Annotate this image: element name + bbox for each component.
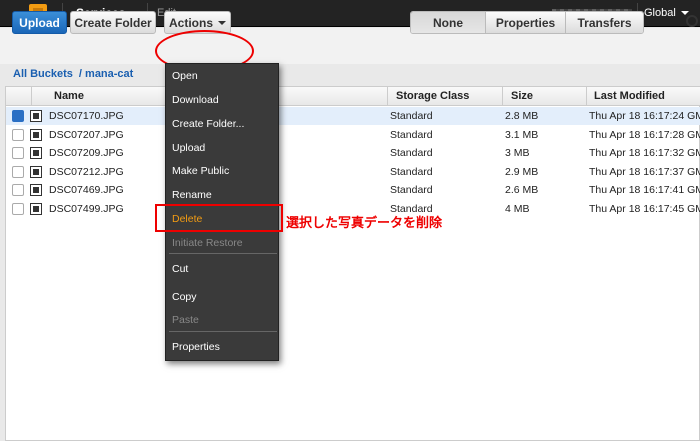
- menu-item-download[interactable]: Download: [172, 94, 219, 106]
- menu-item-copy[interactable]: Copy: [172, 291, 197, 303]
- table-row[interactable]: DSC07170.JPG Standard 2.8 MB Thu Apr 18 16:…: [6, 107, 700, 125]
- menu-item-rename[interactable]: Rename: [172, 189, 212, 201]
- header-name[interactable]: Name: [54, 90, 84, 102]
- row-checkbox[interactable]: [12, 147, 24, 159]
- menu-item-create-folder[interactable]: Create Folder...: [172, 118, 244, 130]
- menu-item-cut[interactable]: Cut: [172, 263, 188, 275]
- last-modified: Thu Apr 18 16:17:37 GMT: [589, 165, 700, 178]
- tab-none[interactable]: None: [411, 12, 485, 33]
- table-row[interactable]: DSC07207.JPG Standard 3.1 MB Thu Apr 18 16:…: [6, 126, 700, 144]
- file-icon: [30, 202, 42, 215]
- file-name[interactable]: DSC07469.JPG: [49, 184, 124, 196]
- file-icon: [30, 165, 42, 178]
- file-size: 3.1 MB: [505, 128, 539, 141]
- last-modified: Thu Apr 18 16:17:45 GMT: [589, 202, 700, 215]
- menu-item-open[interactable]: Open: [172, 70, 198, 82]
- file-name[interactable]: DSC07209.JPG: [49, 147, 124, 159]
- menu-divider: [169, 331, 277, 332]
- row-checkbox[interactable]: [12, 184, 24, 196]
- breadcrumb: All Buckets / mana-cat: [13, 68, 133, 80]
- header-storage-class[interactable]: Storage Class: [396, 90, 469, 102]
- row-checkbox[interactable]: [12, 202, 24, 215]
- upload-button[interactable]: Upload: [12, 11, 67, 34]
- row-checkbox[interactable]: [12, 110, 24, 122]
- file-size: 4 MB: [505, 202, 530, 215]
- file-icon: [30, 147, 42, 159]
- menu-item-initiate-restore: Initiate Restore: [172, 237, 243, 249]
- file-size: 2.9 MB: [505, 165, 539, 178]
- column-divider: [502, 87, 503, 106]
- actions-label: Actions: [168, 15, 213, 30]
- menu-item-make-public[interactable]: Make Public: [172, 165, 229, 177]
- file-icon: [30, 128, 42, 141]
- create-folder-button[interactable]: Create Folder: [70, 11, 156, 34]
- column-divider: [31, 87, 32, 106]
- header-last-modified[interactable]: Last Modified: [594, 90, 665, 102]
- column-divider: [586, 87, 587, 106]
- region-selector[interactable]: Global: [644, 7, 689, 19]
- file-table: Name Storage Class Size Last Modified DS…: [5, 86, 700, 441]
- table-row[interactable]: DSC07212.JPG Standard 2.9 MB Thu Apr 18 16:…: [6, 163, 700, 181]
- last-modified: Thu Apr 18 16:17:24 GMT: [589, 110, 700, 122]
- table-header: Name Storage Class Size Last Modified: [6, 87, 700, 106]
- tab-properties[interactable]: Properties: [485, 12, 565, 33]
- file-name[interactable]: DSC07212.JPG: [49, 166, 124, 178]
- file-name[interactable]: DSC07499.JPG: [49, 203, 124, 215]
- file-icon: [30, 110, 42, 122]
- file-name[interactable]: DSC07170.JPG: [49, 110, 124, 122]
- file-size: 2.6 MB: [505, 184, 539, 196]
- file-icon: [30, 184, 42, 196]
- menu-item-paste: Paste: [172, 314, 199, 326]
- row-checkbox[interactable]: [12, 128, 24, 141]
- last-modified: Thu Apr 18 16:17:41 GMT: [589, 184, 700, 196]
- view-tabs: None Properties Transfers: [410, 11, 644, 34]
- breadcrumb-bucket[interactable]: / mana-cat: [79, 68, 133, 80]
- search-icon[interactable]: [686, 15, 698, 27]
- column-divider: [387, 87, 388, 106]
- file-name[interactable]: DSC07207.JPG: [49, 129, 124, 141]
- last-modified: Thu Apr 18 16:17:28 GMT: [589, 128, 700, 141]
- storage-class: Standard: [390, 128, 433, 141]
- table-row[interactable]: DSC07469.JPG Standard 2.6 MB Thu Apr 18 16:…: [6, 181, 700, 199]
- last-modified: Thu Apr 18 16:17:32 GMT: [589, 147, 700, 159]
- region-label: Global: [644, 7, 676, 19]
- chevron-down-icon: [218, 20, 226, 25]
- row-checkbox[interactable]: [12, 165, 24, 178]
- chevron-down-icon: [680, 11, 689, 16]
- storage-class: Standard: [390, 184, 433, 196]
- storage-class: Standard: [390, 110, 433, 122]
- storage-class: Standard: [390, 147, 433, 159]
- annotation-text: 選択した写真データを削除: [286, 215, 443, 230]
- header-size[interactable]: Size: [511, 90, 533, 102]
- menu-item-upload[interactable]: Upload: [172, 142, 205, 154]
- file-size: 2.8 MB: [505, 110, 539, 122]
- breadcrumb-all-buckets[interactable]: All Buckets: [13, 68, 73, 80]
- annotation-box: [155, 204, 283, 232]
- table-row[interactable]: DSC07209.JPG Standard 3 MB Thu Apr 18 16:17…: [6, 144, 700, 162]
- storage-class: Standard: [390, 165, 433, 178]
- menu-item-properties[interactable]: Properties: [172, 341, 220, 353]
- menu-divider: [169, 253, 277, 254]
- tab-transfers[interactable]: Transfers: [565, 12, 643, 33]
- file-size: 3 MB: [505, 147, 530, 159]
